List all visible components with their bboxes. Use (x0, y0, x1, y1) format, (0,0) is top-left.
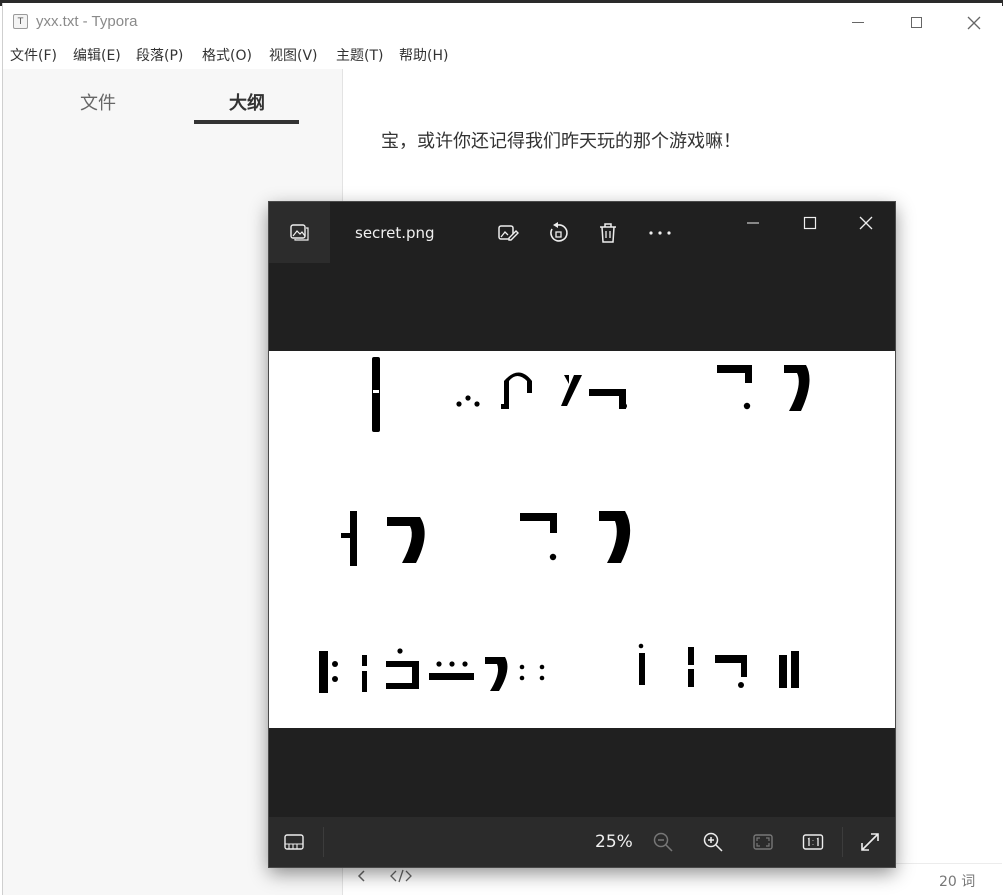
edit-image-icon (498, 225, 519, 241)
more-icon (649, 231, 671, 235)
zoom-level: 25% (595, 832, 633, 852)
delete-icon (600, 223, 616, 243)
photos-maximize-button[interactable] (795, 212, 825, 234)
editor-paragraph[interactable]: 宝，或许你还记得我们昨天玩的那个游戏嘛！ (381, 127, 741, 153)
fit-to-screen-button[interactable] (752, 831, 774, 853)
close-icon (967, 16, 981, 29)
maximize-button[interactable] (901, 11, 931, 33)
active-tab-indicator (194, 120, 299, 124)
edit-image-button[interactable] (497, 222, 519, 244)
photos-minimize-button[interactable] (738, 212, 768, 234)
window-title: yxx.txt - Typora (36, 13, 138, 30)
sidebar-toggle-button[interactable] (357, 869, 367, 887)
rotate-icon (550, 222, 568, 242)
rotate-button[interactable] (547, 222, 569, 244)
fit-screen-icon (753, 834, 773, 850)
status-bar: 20 词 (343, 863, 1002, 896)
tab-outline[interactable]: 大纲 (229, 89, 265, 115)
menu-edit[interactable]: 编辑(E) (73, 45, 121, 65)
typora-app-icon: T (13, 14, 28, 29)
more-options-button[interactable] (647, 222, 671, 244)
code-icon (390, 869, 412, 883)
zoom-out-button[interactable] (652, 831, 674, 853)
photos-filename: secret.png (355, 224, 435, 242)
menu-format[interactable]: 格式(O) (202, 45, 252, 65)
zoom-in-button[interactable] (702, 831, 724, 853)
filmstrip-button[interactable] (283, 831, 305, 853)
fullscreen-button[interactable] (859, 831, 881, 853)
source-mode-button[interactable] (390, 869, 412, 887)
zoom-out-icon (653, 832, 673, 852)
title-bar: T yxx.txt - Typora (3, 3, 1002, 41)
displayed-image[interactable] (269, 351, 895, 728)
photos-window: secret.png 25% (269, 202, 895, 867)
photos-app-icon (290, 224, 309, 241)
close-button[interactable] (959, 11, 989, 33)
photos-title-bar: secret.png (269, 202, 895, 263)
toolbar-separator (842, 827, 843, 857)
photos-app-button[interactable] (269, 202, 330, 263)
close-icon (859, 216, 873, 230)
actual-size-button[interactable] (802, 831, 824, 853)
fullscreen-icon (861, 833, 879, 851)
zoom-in-icon (703, 832, 723, 852)
photos-close-button[interactable] (851, 212, 881, 234)
cipher-glyphs-image (319, 357, 810, 693)
photos-bottom-toolbar: 25% (269, 817, 895, 867)
delete-button[interactable] (597, 222, 619, 244)
toolbar-separator (323, 827, 324, 857)
word-count[interactable]: 20 词 (939, 871, 975, 891)
minimize-icon (852, 22, 864, 23)
tab-files[interactable]: 文件 (80, 89, 116, 115)
menu-theme[interactable]: 主题(T) (336, 45, 383, 65)
minimize-button[interactable] (843, 11, 873, 33)
menu-help[interactable]: 帮助(H) (399, 45, 448, 65)
menu-view[interactable]: 视图(V) (269, 45, 318, 65)
maximize-icon (910, 17, 922, 28)
chevron-left-icon (357, 870, 365, 882)
menu-paragraph[interactable]: 段落(P) (136, 45, 183, 65)
maximize-icon (803, 216, 817, 230)
menu-bar: 文件(F) 编辑(E) 段落(P) 格式(O) 视图(V) 主题(T) 帮助(H… (3, 41, 1002, 69)
actual-size-icon (802, 834, 824, 850)
menu-file[interactable]: 文件(F) (10, 45, 57, 65)
filmstrip-icon (284, 834, 304, 850)
minimize-icon (747, 222, 759, 224)
